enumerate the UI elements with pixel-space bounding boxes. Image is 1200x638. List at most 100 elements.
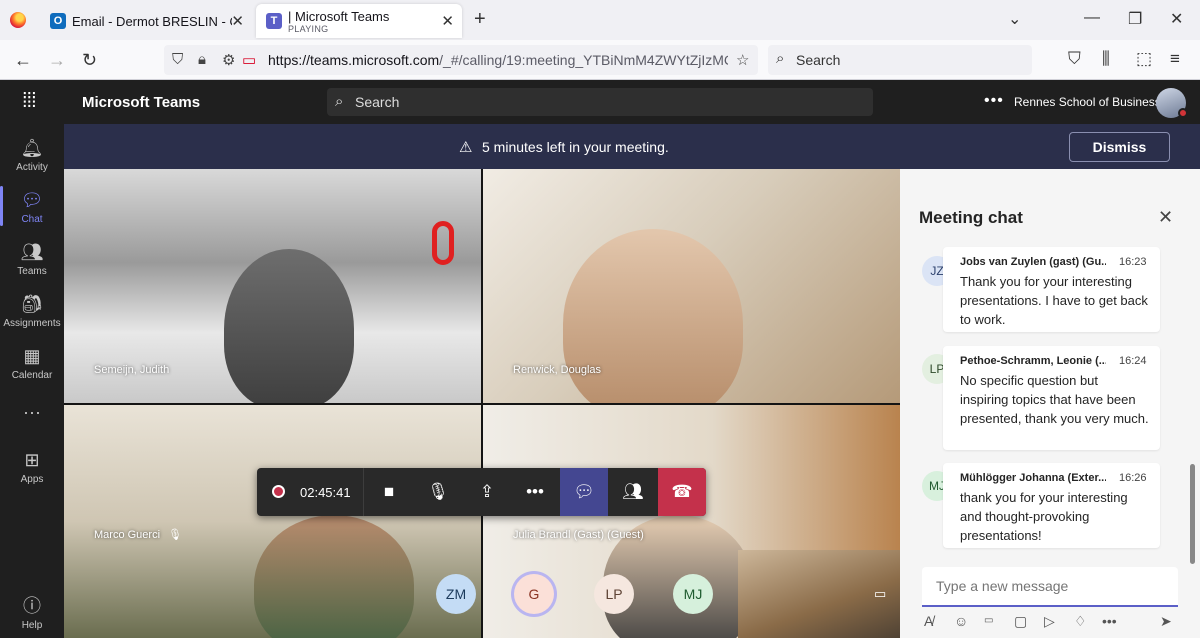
backpack-icon: 🎒︎ xyxy=(20,294,44,314)
restore-icon[interactable]: ❐ xyxy=(1128,9,1142,29)
rail-item-chat[interactable]: 💬︎ Chat xyxy=(0,180,64,232)
url-text[interactable]: https://teams.microsoft.com/_#/calling/1… xyxy=(268,52,728,68)
extensions-icon[interactable]: ⬚ xyxy=(1136,49,1152,69)
search-icon: ⌕ xyxy=(776,50,785,67)
rail-more-apps[interactable]: ··· xyxy=(0,392,64,428)
camera-toggle-button[interactable]: ■ xyxy=(365,468,413,516)
message-text: No specific question but inspiring topic… xyxy=(960,373,1149,426)
rail-label: Help xyxy=(21,620,43,631)
org-name[interactable]: Rennes School of Business xyxy=(1014,95,1161,109)
message-time: 16:23 xyxy=(1119,256,1147,268)
calendar-icon: ▦ xyxy=(23,346,41,366)
rail-item-teams[interactable]: 👥︎ Teams xyxy=(0,232,64,284)
chat-scrollbar[interactable] xyxy=(1190,464,1195,564)
muted-mic-icon: 🎙︎ xyxy=(168,529,182,541)
meeting-ending-banner: ⚠ 5 minutes left in your meeting. Dismis… xyxy=(64,124,1200,169)
format-icon[interactable]: A̸ xyxy=(924,613,933,629)
mic-off-icon: 🎙︎ xyxy=(427,482,449,501)
dismiss-button[interactable]: Dismiss xyxy=(1069,132,1170,162)
participant-avatar[interactable]: G xyxy=(514,574,554,614)
help-icon: ⓘ xyxy=(23,596,41,616)
camera-sharing-icon[interactable]: ▭ xyxy=(242,51,256,69)
chat-message[interactable]: Mühlögger Johanna (Exter... 16:26 thank … xyxy=(943,463,1160,548)
lock-icon[interactable]: 🔒︎ xyxy=(198,51,206,68)
teams-app-icon: T xyxy=(266,13,282,29)
teams-search-placeholder: Search xyxy=(355,94,400,110)
message-text: thank you for your interesting and thoug… xyxy=(960,490,1128,543)
rail-label: Teams xyxy=(17,266,47,277)
new-tab-icon[interactable]: + xyxy=(474,8,486,31)
participant-name: Semeijn, Judith xyxy=(94,364,170,376)
browser-search-bar[interactable]: ⌕ Search xyxy=(768,45,1032,75)
video-camera-icon: ■ xyxy=(383,482,395,501)
compose-box[interactable] xyxy=(922,567,1178,607)
bell-icon: 🔔︎ xyxy=(20,138,44,158)
address-bar[interactable]: ⛉ 🔒︎ ⚙ ▭ https://teams.microsoft.com/_#/… xyxy=(164,45,758,75)
app-launcher-icon[interactable]: ⁞⁞⁞ xyxy=(22,91,42,111)
warning-icon: ⚠ xyxy=(459,139,473,156)
close-chat-icon[interactable]: ✕ xyxy=(1158,207,1173,228)
rail-item-activity[interactable]: 🔔︎ Activity xyxy=(0,128,64,180)
participant-avatar[interactable]: ZM xyxy=(436,574,476,614)
chat-message[interactable]: Jobs van Zuylen (gast) (Gu... 16:23 Than… xyxy=(943,247,1160,332)
shield-icon[interactable]: ⛉ xyxy=(172,51,183,68)
participant-tile[interactable]: Semeijn, Judith xyxy=(64,169,481,403)
more-icon: ··· xyxy=(23,402,41,422)
show-participants-button[interactable]: 👥︎ xyxy=(609,468,657,516)
more-actions-button[interactable]: ••• xyxy=(511,468,559,516)
tab-playing-label: PLAYING xyxy=(288,24,329,34)
list-all-tabs-icon[interactable]: ⌄ xyxy=(1008,9,1021,29)
chat-icon: 💬︎ xyxy=(20,190,44,210)
hang-up-button[interactable]: ☎ xyxy=(658,468,706,516)
apps-icon: ⊞ xyxy=(24,450,40,470)
chat-message[interactable]: Pethoe-Schramm, Leonie (... 16:24 No spe… xyxy=(943,346,1160,450)
send-icon[interactable]: ➤ xyxy=(1160,613,1172,630)
more-options-icon[interactable]: ••• xyxy=(984,92,1004,110)
gif-icon[interactable]: ▭ xyxy=(984,615,993,626)
permissions-icon[interactable]: ⚙ xyxy=(222,51,235,69)
message-input[interactable] xyxy=(936,578,1166,594)
teams-search-input[interactable]: ⌕ Search xyxy=(327,88,873,116)
self-view-camera-icon[interactable]: ▭ xyxy=(874,586,886,602)
minimize-icon[interactable]: — xyxy=(1084,9,1100,27)
call-timer: 02:45:41 xyxy=(300,485,351,500)
participant-avatar[interactable]: LP xyxy=(594,574,634,614)
participant-tile[interactable]: Marco Guerci 🎙︎ xyxy=(64,405,481,638)
teams-header: ⁞⁞⁞ Microsoft Teams ⌕ Search ••• Rennes … xyxy=(0,80,1200,124)
pocket-icon[interactable]: ⛉ xyxy=(1068,49,1081,69)
mic-toggle-button[interactable]: 🎙︎ xyxy=(414,468,462,516)
show-conversation-button[interactable]: 💬︎ xyxy=(560,468,608,516)
rail-item-help[interactable]: ⓘ Help xyxy=(0,586,64,638)
participant-name: Renwick, Douglas xyxy=(513,364,602,376)
back-arrow-icon[interactable]: ← xyxy=(14,50,32,70)
close-tab-icon[interactable]: ✕ xyxy=(441,12,454,30)
rail-item-calendar[interactable]: ▦ Calendar xyxy=(0,336,64,388)
search-icon: ⌕ xyxy=(335,93,344,110)
browser-tab-teams[interactable]: T | Microsoft Teams PLAYING ✕ xyxy=(256,4,462,38)
emoji-icon[interactable]: ☺ xyxy=(954,613,968,629)
participant-tile[interactable]: Renwick, Douglas xyxy=(483,169,900,403)
bookmark-star-icon[interactable]: ☆ xyxy=(736,51,749,69)
browser-tab-outlook[interactable]: O Email - Dermot BRESLIN - Outlook ✕ xyxy=(40,4,252,38)
meet-now-icon[interactable]: ▷ xyxy=(1044,613,1055,630)
reload-icon[interactable]: ↻ xyxy=(82,50,97,70)
rail-item-assignments[interactable]: 🎒︎ Assignments xyxy=(0,284,64,336)
menu-icon[interactable]: ≡ xyxy=(1170,49,1180,69)
logo-mark xyxy=(432,221,454,265)
rail-label: Chat xyxy=(21,214,43,225)
participant-avatar[interactable]: MJ xyxy=(673,574,713,614)
compose-toolbar: A̸ ☺ ▭ ▢ ▷ ♢ ••• ➤ xyxy=(922,613,1178,633)
forward-arrow-icon[interactable]: → xyxy=(48,50,66,70)
close-tab-icon[interactable]: ✕ xyxy=(231,12,244,30)
call-controls: 02:45:41 ■ 🎙︎ ⇪ ••• 💬︎ 👥︎ ☎ xyxy=(257,468,706,516)
close-window-icon[interactable]: ✕ xyxy=(1170,9,1183,29)
message-sender: Mühlögger Johanna (Exter... xyxy=(960,472,1106,484)
sticker-icon[interactable]: ▢ xyxy=(1014,613,1027,630)
participant-video xyxy=(563,229,743,403)
rail-item-apps[interactable]: ⊞ Apps xyxy=(0,440,64,492)
more-options-icon[interactable]: ••• xyxy=(1102,613,1117,629)
share-content-button[interactable]: ⇪ xyxy=(463,468,511,516)
praise-icon[interactable]: ♢ xyxy=(1074,613,1087,630)
library-icon[interactable]: ⫼ xyxy=(1102,49,1110,69)
chat-icon: 💬︎ xyxy=(573,482,595,501)
